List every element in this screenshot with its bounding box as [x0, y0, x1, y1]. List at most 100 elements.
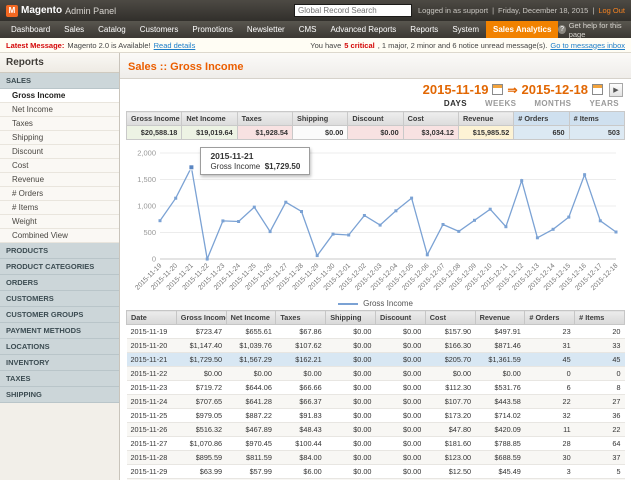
period-tab-weeks[interactable]: WEEKS [485, 99, 516, 108]
read-details-link[interactable]: Read details [154, 41, 196, 50]
magento-logo[interactable]: M Magento Admin Panel [6, 5, 116, 17]
sidebar-section-taxes[interactable]: TAXES [0, 371, 119, 387]
sidebar-item-weight[interactable]: Weight [0, 215, 119, 229]
sidebar-section-shipping[interactable]: SHIPPING [0, 387, 119, 403]
nav-item-system[interactable]: System [445, 21, 486, 38]
sidebar-item-gross-income[interactable]: Gross Income [0, 89, 119, 103]
report-cell: $0.00 [326, 339, 376, 353]
nav-item-customers[interactable]: Customers [133, 21, 186, 38]
sidebar-section-locations[interactable]: LOCATIONS [0, 339, 119, 355]
nav-item-catalog[interactable]: Catalog [91, 21, 133, 38]
sidebar-section-product-categories[interactable]: PRODUCT CATEGORIES [0, 259, 119, 275]
report-table-row: 2015-11-26$516.32$467.89$48.43$0.00$0.00… [127, 423, 625, 437]
logout-link[interactable]: Log Out [598, 6, 625, 15]
report-cell: $0.00 [375, 423, 425, 437]
calendar-icon[interactable] [492, 84, 503, 95]
svg-text:1,500: 1,500 [137, 175, 156, 184]
global-search-input[interactable] [294, 4, 412, 17]
report-cell: 33 [575, 339, 625, 353]
messages-inbox-link[interactable]: Go to messages inbox [550, 41, 625, 50]
summary-value: 503 [569, 126, 624, 140]
sidebar-item-items[interactable]: # Items [0, 201, 119, 215]
nav-item-cms[interactable]: CMS [292, 21, 324, 38]
sidebar-item-combined-view[interactable]: Combined View [0, 229, 119, 243]
next-period-button[interactable]: ▶ [609, 83, 623, 97]
summary-header: # Items [569, 112, 624, 126]
sidebar-section-sales[interactable]: SALES [0, 73, 119, 89]
header: M Magento Admin Panel Logged in as suppo… [0, 0, 631, 21]
sidebar-section-customer-groups[interactable]: CUSTOMER GROUPS [0, 307, 119, 323]
report-cell: $0.00 [326, 423, 376, 437]
report-cell: $788.85 [475, 437, 525, 451]
report-table: DateGross IncomeNet IncomeTaxesShippingD… [126, 310, 625, 480]
sidebar-section-payment-methods[interactable]: PAYMENT METHODS [0, 323, 119, 339]
report-cell: $47.80 [425, 423, 475, 437]
nav-item-sales-analytics[interactable]: Sales Analytics [486, 21, 558, 38]
sidebar: Reports SALESGross IncomeNet IncomeTaxes… [0, 53, 120, 480]
period-tab-months[interactable]: MONTHS [534, 99, 571, 108]
sidebar-item-discount[interactable]: Discount [0, 145, 119, 159]
page-title: Sales :: Gross Income [128, 61, 244, 73]
report-cell: 45 [525, 353, 575, 367]
svg-text:500: 500 [143, 228, 156, 237]
svg-text:0: 0 [152, 255, 156, 264]
sidebar-item-orders[interactable]: # Orders [0, 187, 119, 201]
report-cell: 5 [575, 465, 625, 479]
latest-message: Latest Message: Magento 2.0 is Available… [6, 41, 195, 50]
nav-item-dashboard[interactable]: Dashboard [4, 21, 57, 38]
nav-item-newsletter[interactable]: Newsletter [240, 21, 292, 38]
report-cell: $0.00 [375, 465, 425, 479]
sidebar-section-orders[interactable]: ORDERS [0, 275, 119, 291]
summary-value: $15,985.52 [458, 126, 513, 140]
sidebar-item-taxes[interactable]: Taxes [0, 117, 119, 131]
summary-value: $3,034.12 [403, 126, 458, 140]
help-label: Get help for this page [569, 21, 627, 39]
report-cell: $887.22 [226, 409, 276, 423]
report-column-header: Discount [375, 311, 425, 325]
nav-item-reports[interactable]: Reports [403, 21, 445, 38]
period-tab-years[interactable]: YEARS [589, 99, 619, 108]
report-cell: $63.99 [176, 465, 226, 479]
period-tab-days[interactable]: DAYS [444, 99, 467, 108]
summary-value: $20,588.18 [127, 126, 182, 140]
content: Reports SALESGross IncomeNet IncomeTaxes… [0, 53, 631, 480]
nav-item-advanced-reports[interactable]: Advanced Reports [323, 21, 403, 38]
date-from[interactable]: 2015-11-19 [423, 82, 489, 97]
report-cell: $811.59 [226, 451, 276, 465]
sidebar-item-cost[interactable]: Cost [0, 159, 119, 173]
message-bar: Latest Message: Magento 2.0 is Available… [0, 38, 631, 53]
report-table-row: 2015-11-23$719.72$644.06$66.66$0.00$0.00… [127, 381, 625, 395]
report-cell: $0.00 [425, 367, 475, 381]
calendar-icon[interactable] [592, 84, 603, 95]
report-cell: $0.00 [326, 367, 376, 381]
report-cell: $1,361.59 [475, 353, 525, 367]
sidebar-section-inventory[interactable]: INVENTORY [0, 355, 119, 371]
report-table-row: 2015-11-29$63.99$57.99$6.00$0.00$0.00$12… [127, 465, 625, 479]
report-cell: 28 [525, 437, 575, 451]
report-cell: $166.30 [425, 339, 475, 353]
report-cell: 8 [575, 381, 625, 395]
report-table-row: 2015-11-22$0.00$0.00$0.00$0.00$0.00$0.00… [127, 367, 625, 381]
report-cell: $91.83 [276, 409, 326, 423]
nav-item-promotions[interactable]: Promotions [185, 21, 239, 38]
report-table-row: 2015-11-27$1,070.86$970.45$100.44$0.00$0… [127, 437, 625, 451]
help-link[interactable]: ? Get help for this page [558, 21, 627, 38]
nav-list: DashboardSalesCatalogCustomersPromotions… [4, 21, 558, 38]
report-column-header: Revenue [475, 311, 525, 325]
summary-header: Taxes [237, 112, 292, 126]
report-cell: $48.43 [276, 423, 326, 437]
sidebar-item-shipping[interactable]: Shipping [0, 131, 119, 145]
report-cell: 22 [525, 395, 575, 409]
nav-item-sales[interactable]: Sales [57, 21, 91, 38]
sidebar-section-products[interactable]: PRODUCTS [0, 243, 119, 259]
report-cell: 2015-11-25 [127, 409, 177, 423]
report-cell: 2015-11-24 [127, 395, 177, 409]
sidebar-item-net-income[interactable]: Net Income [0, 103, 119, 117]
period-tabs: DAYS WEEKS MONTHS YEARS [440, 98, 623, 111]
sidebar-item-revenue[interactable]: Revenue [0, 173, 119, 187]
date-to[interactable]: 2015-12-18 [522, 82, 589, 97]
report-cell: 37 [575, 451, 625, 465]
report-cell: $443.58 [475, 395, 525, 409]
report-cell: $0.00 [375, 437, 425, 451]
sidebar-section-customers[interactable]: CUSTOMERS [0, 291, 119, 307]
